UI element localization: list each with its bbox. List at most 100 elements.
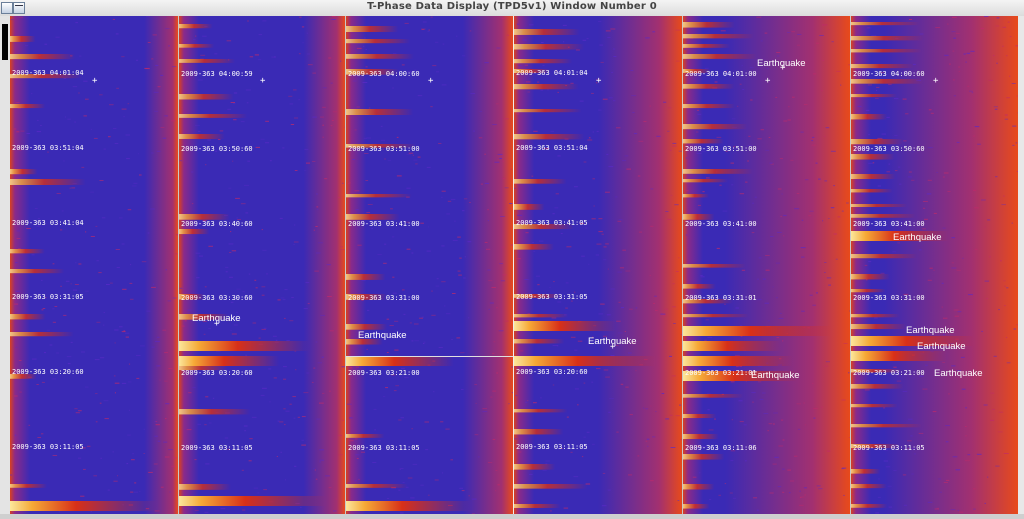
noise-speckle xyxy=(808,215,812,217)
noise-speckle xyxy=(619,267,625,269)
noise-speckle xyxy=(34,208,38,209)
noise-speckle xyxy=(926,193,932,195)
spectrogram-panel-3[interactable]: 2009-363 04:00:60 2009-363 03:51:00 2009… xyxy=(346,16,513,514)
signal-burst xyxy=(851,384,904,389)
noise-speckle xyxy=(181,325,185,327)
noise-speckle xyxy=(402,289,405,291)
noise-speckle xyxy=(18,360,22,361)
noise-speckle xyxy=(907,176,913,178)
signal-burst xyxy=(683,44,731,48)
noise-speckle xyxy=(95,421,98,423)
noise-speckle xyxy=(180,107,183,109)
noise-speckle xyxy=(835,258,838,260)
noise-speckle xyxy=(598,21,602,22)
noise-speckle xyxy=(927,179,932,181)
spectrogram-image xyxy=(179,16,345,514)
noise-speckle xyxy=(263,327,267,329)
noise-speckle xyxy=(398,489,401,491)
noise-speckle xyxy=(365,66,368,68)
noise-speckle xyxy=(947,23,949,25)
earthquake-marker[interactable]: Earthquake xyxy=(934,369,983,379)
noise-speckle xyxy=(875,97,879,99)
noise-speckle xyxy=(356,106,360,108)
noise-speckle xyxy=(128,409,130,411)
timestamp-label: 2009-363 03:20:60 xyxy=(12,368,84,376)
noise-speckle xyxy=(893,98,899,100)
noise-speckle xyxy=(509,203,513,204)
noise-speckle xyxy=(145,68,150,70)
noise-speckle xyxy=(40,125,42,126)
earthquake-marker[interactable]: Earthquake xyxy=(893,233,942,243)
noise-speckle xyxy=(99,180,104,181)
signal-burst xyxy=(346,274,386,280)
noise-speckle xyxy=(606,153,609,155)
noise-speckle xyxy=(804,494,806,496)
noise-speckle xyxy=(935,27,941,29)
signal-burst xyxy=(851,254,917,259)
noise-speckle xyxy=(286,340,290,342)
noise-speckle xyxy=(962,257,964,259)
signal-burst xyxy=(683,194,710,198)
noise-speckle xyxy=(251,416,257,418)
noise-speckle xyxy=(143,428,145,430)
noise-speckle xyxy=(565,307,568,309)
noise-speckle xyxy=(739,193,745,195)
noise-speckle xyxy=(354,190,360,192)
noise-speckle xyxy=(769,162,773,164)
noise-speckle xyxy=(31,93,33,95)
noise-speckle xyxy=(291,297,294,298)
noise-speckle xyxy=(283,366,287,368)
noise-speckle xyxy=(500,216,505,217)
noise-speckle xyxy=(229,252,232,253)
noise-speckle xyxy=(983,404,988,406)
earthquake-marker[interactable]: Earthquake xyxy=(917,342,966,352)
noise-speckle xyxy=(136,377,140,379)
noise-speckle xyxy=(519,350,524,352)
noise-speckle xyxy=(163,441,168,443)
noise-speckle xyxy=(591,381,594,383)
event-crosshair: + xyxy=(610,342,616,352)
noise-speckle xyxy=(153,91,159,93)
signal-burst xyxy=(683,169,753,174)
scroll-thumb[interactable] xyxy=(2,24,8,60)
noise-speckle xyxy=(605,376,610,378)
noise-speckle xyxy=(964,460,970,462)
noise-speckle xyxy=(968,294,973,296)
timestamp-label: 2009-363 03:40:60 xyxy=(181,220,253,228)
noise-speckle xyxy=(450,198,456,200)
noise-speckle xyxy=(283,378,287,380)
noise-speckle xyxy=(469,202,471,203)
spectrogram-panel-4[interactable]: 2009-363 04:01:04 2009-363 03:51:04 2009… xyxy=(514,16,682,514)
noise-speckle xyxy=(301,439,304,441)
noise-speckle xyxy=(742,89,745,90)
noise-speckle xyxy=(322,106,326,108)
window-titlebar[interactable]: T-Phase Data Display (TPD5v1) Window Num… xyxy=(0,0,1024,17)
noise-speckle xyxy=(230,102,235,103)
spectrogram-panel-5[interactable]: 2009-363 04:01:00 2009-363 03:51:00 2009… xyxy=(683,16,850,514)
noise-speckle xyxy=(542,64,545,66)
noise-speckle xyxy=(321,356,324,358)
noise-speckle xyxy=(905,113,909,115)
spectrogram-panel-2[interactable]: 2009-363 04:00:59 2009-363 03:50:60 2009… xyxy=(179,16,345,514)
noise-speckle xyxy=(116,267,120,268)
noise-speckle xyxy=(748,135,751,137)
spectrogram-panel-6[interactable]: 2009-363 04:00:60 2009-363 03:50:60 2009… xyxy=(851,16,1018,514)
noise-speckle xyxy=(603,369,609,371)
noise-speckle xyxy=(774,456,779,458)
noise-speckle xyxy=(801,256,805,258)
noise-speckle xyxy=(54,306,58,307)
noise-speckle xyxy=(81,351,86,353)
spectrogram-panel-1[interactable]: 2009-363 04:01:04 2009-363 03:51:04 2009… xyxy=(10,16,178,514)
earthquake-marker[interactable]: Earthquake xyxy=(906,326,955,336)
noise-speckle xyxy=(19,391,22,393)
earthquake-marker[interactable]: Earthquake xyxy=(751,371,800,381)
noise-speckle xyxy=(208,245,213,247)
noise-speckle xyxy=(707,337,713,338)
noise-speckle xyxy=(95,393,98,395)
earthquake-marker[interactable]: Earthquake xyxy=(358,331,407,341)
noise-speckle xyxy=(294,465,297,467)
noise-speckle xyxy=(514,187,516,189)
noise-speckle xyxy=(228,243,234,245)
noise-speckle xyxy=(1001,204,1006,206)
noise-speckle xyxy=(877,496,881,498)
